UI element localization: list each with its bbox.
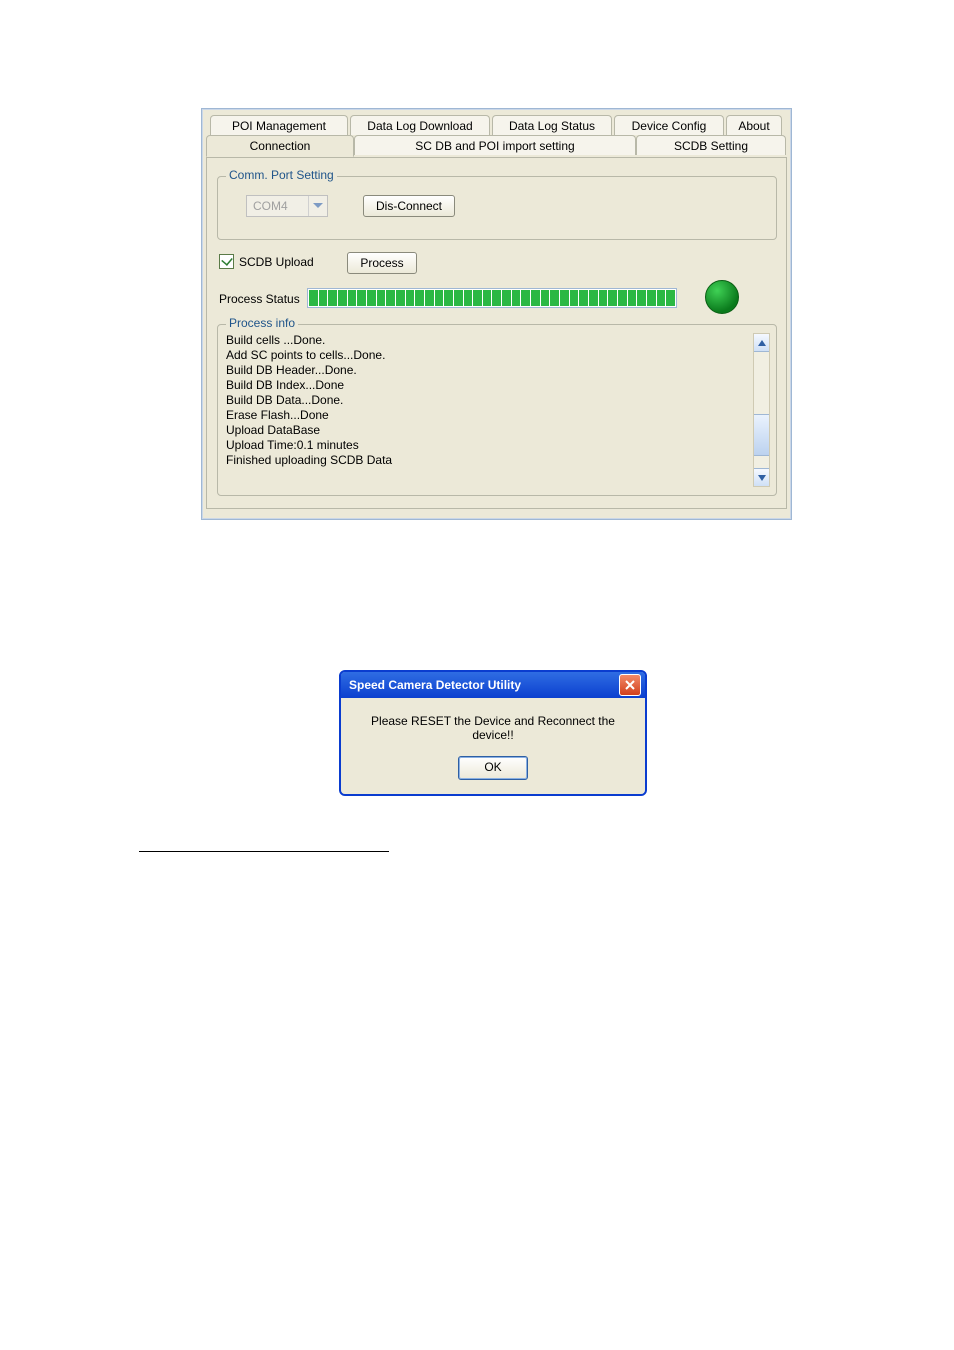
close-icon[interactable] bbox=[619, 674, 641, 696]
reset-dialog: Speed Camera Detector Utility Please RES… bbox=[339, 670, 647, 796]
status-indicator-icon bbox=[705, 280, 739, 314]
tab-row-back: POI Management Data Log Download Data Lo… bbox=[202, 115, 791, 135]
dialog-title: Speed Camera Detector Utility bbox=[349, 678, 521, 692]
comm-port-groupbox: Comm. Port Setting COM4 Dis-Connect bbox=[217, 176, 777, 240]
scdb-upload-checkbox-row: SCDB Upload bbox=[219, 254, 314, 269]
tab-scdb-setting[interactable]: SCDB Setting bbox=[636, 135, 786, 155]
process-status-progressbar bbox=[307, 288, 677, 308]
tab-data-log-download[interactable]: Data Log Download bbox=[350, 115, 490, 135]
horizontal-rule bbox=[139, 851, 389, 852]
tab-scdb-poi-import[interactable]: SC DB and POI import setting bbox=[354, 135, 636, 155]
comm-port-legend: Comm. Port Setting bbox=[226, 168, 337, 182]
process-status-label: Process Status bbox=[219, 292, 300, 306]
scroll-thumb[interactable] bbox=[754, 414, 769, 456]
tab-poi-management[interactable]: POI Management bbox=[210, 115, 348, 135]
tab-data-log-status[interactable]: Data Log Status bbox=[492, 115, 612, 135]
scdb-upload-label: SCDB Upload bbox=[239, 255, 314, 269]
process-button[interactable]: Process bbox=[347, 252, 417, 274]
process-info-groupbox: Process info Build cells ...Done. Add SC… bbox=[217, 324, 777, 496]
disconnect-button[interactable]: Dis-Connect bbox=[363, 195, 455, 217]
com-port-combo[interactable]: COM4 bbox=[246, 195, 328, 217]
dialog-body: Please RESET the Device and Reconnect th… bbox=[341, 698, 645, 794]
chevron-down-icon bbox=[308, 196, 327, 216]
dialog-message: Please RESET the Device and Reconnect th… bbox=[355, 714, 631, 742]
dialog-titlebar[interactable]: Speed Camera Detector Utility bbox=[341, 672, 645, 698]
tab-connection[interactable]: Connection bbox=[206, 135, 354, 157]
scdb-upload-checkbox[interactable] bbox=[219, 254, 234, 269]
connection-tab-body: Comm. Port Setting COM4 Dis-Connect SCDB… bbox=[206, 157, 787, 509]
tab-device-config[interactable]: Device Config bbox=[614, 115, 724, 135]
com-port-value: COM4 bbox=[247, 199, 308, 213]
process-info-scrollbar[interactable] bbox=[753, 333, 770, 487]
scroll-up-icon[interactable] bbox=[754, 334, 769, 352]
process-info-text: Build cells ...Done. Add SC points to ce… bbox=[226, 333, 750, 487]
tab-row-front: Connection SC DB and POI import setting … bbox=[202, 135, 791, 157]
ok-button[interactable]: OK bbox=[458, 756, 528, 780]
main-window: POI Management Data Log Download Data Lo… bbox=[201, 108, 792, 520]
process-info-legend: Process info bbox=[226, 316, 298, 330]
scroll-down-icon[interactable] bbox=[754, 468, 769, 486]
tab-about[interactable]: About bbox=[726, 115, 782, 135]
